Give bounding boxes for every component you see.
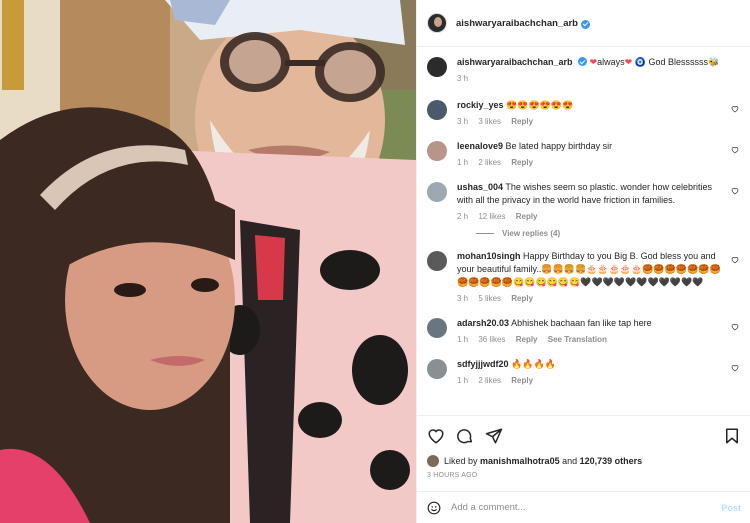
reply-button[interactable]: Reply — [516, 212, 538, 221]
like-comment-heart-icon[interactable] — [731, 364, 739, 372]
caption: aishwaryaraibachchan_arb ❤always❤ 🧿 God … — [427, 56, 741, 85]
emoji-icon[interactable] — [427, 501, 441, 515]
commenter-avatar[interactable] — [427, 359, 447, 379]
post-actions: Liked by manishmalhotra05 and 120,739 ot… — [417, 415, 750, 495]
comment-likes[interactable]: 3 likes — [478, 117, 501, 126]
likes-count[interactable]: 120,739 others — [580, 456, 643, 466]
comment-item: leenalove9 Be lated happy birthday sir 1… — [427, 140, 741, 169]
heart-emoji-icon: ❤ — [589, 57, 598, 67]
comment-item: ushas_004 The wishes seem so plastic. wo… — [427, 181, 741, 223]
author-username[interactable]: aishwaryaraibachchan_arb — [456, 18, 578, 29]
action-bar — [427, 427, 741, 445]
post-header: aishwaryaraibachchan_arb — [417, 0, 750, 47]
bookmark-icon[interactable] — [723, 427, 741, 445]
caption-username[interactable]: aishwaryaraibachchan_arb — [457, 57, 573, 67]
bee-emoji-icon: 🐝 — [707, 57, 720, 67]
photo-illustration — [0, 0, 416, 523]
commenter-avatar[interactable] — [427, 100, 447, 120]
comment-likes[interactable]: 36 likes — [478, 335, 505, 344]
like-comment-heart-icon[interactable] — [731, 146, 739, 154]
like-comment-heart-icon[interactable] — [731, 187, 739, 195]
comment-text: Be lated happy birthday sir — [505, 141, 613, 151]
post-side-panel: aishwaryaraibachchan_arb aishwaryaraibac… — [416, 0, 750, 523]
verified-badge-icon — [578, 57, 588, 66]
comment-icon[interactable] — [456, 427, 474, 445]
comment-username[interactable]: rockiy_yes — [457, 100, 504, 110]
comment-username[interactable]: sdfyjjjwdf20 — [457, 359, 509, 369]
comment-item: sdfyjjjwdf20 🔥🔥🔥🔥 1 h 2 likes Reply — [427, 358, 741, 387]
replies-divider-line — [476, 233, 494, 234]
likes-middle: and — [562, 456, 578, 466]
comment-username[interactable]: adarsh20.03 — [457, 318, 509, 328]
view-replies-button[interactable]: View replies (4) — [476, 229, 741, 238]
likes-prefix: Liked by — [444, 456, 478, 466]
comment-likes[interactable]: 12 likes — [478, 212, 505, 221]
comment-item: rockiy_yes 😍😍😍😍😍😍 3 h 3 likes Reply — [427, 99, 741, 128]
instagram-post: aishwaryaraibachchan_arb aishwaryaraibac… — [0, 0, 750, 523]
comment-likes[interactable]: 2 likes — [478, 376, 501, 385]
comment-time: 2 h — [457, 212, 469, 221]
add-comment-bar: Post — [417, 491, 750, 523]
reply-button[interactable]: Reply — [511, 158, 533, 167]
heart-icon[interactable] — [427, 427, 445, 445]
commenter-avatar[interactable] — [427, 141, 447, 161]
likes-summary: Liked by manishmalhotra05 and 120,739 ot… — [427, 455, 741, 467]
comment-text: 😍😍😍😍😍😍 — [506, 100, 574, 110]
like-comment-heart-icon[interactable] — [731, 323, 739, 331]
commenter-avatar[interactable] — [427, 182, 447, 202]
reply-button[interactable]: Reply — [511, 294, 533, 303]
comment-likes[interactable]: 5 likes — [478, 294, 501, 303]
comment-time: 1 h — [457, 376, 469, 385]
post-comment-button[interactable]: Post — [721, 503, 741, 513]
reply-button[interactable]: Reply — [511, 376, 533, 385]
like-comment-heart-icon[interactable] — [731, 256, 739, 264]
comment-text: Abhishek bachaan fan like tap here — [511, 318, 652, 328]
post-timestamp: 3 HOURS AGO — [427, 472, 478, 479]
heart-emoji-icon: ❤ — [624, 57, 633, 67]
comment-time: 1 h — [457, 158, 469, 167]
view-replies-label[interactable]: View replies (4) — [502, 229, 560, 238]
evil-eye-emoji-icon: 🧿 — [634, 57, 646, 67]
comment-time: 1 h — [457, 335, 469, 344]
commenter-avatar[interactable] — [427, 251, 447, 271]
caption-time: 3 h — [457, 74, 469, 83]
post-photo[interactable] — [0, 0, 416, 523]
comment-item: mohan10singh Happy Birthday to you Big B… — [427, 250, 741, 305]
commenter-avatar[interactable] — [427, 318, 447, 338]
see-translation-button[interactable]: See Translation — [548, 335, 607, 344]
reply-button[interactable]: Reply — [511, 117, 533, 126]
caption-text: always — [597, 57, 625, 67]
comment-time: 3 h — [457, 294, 469, 303]
author-avatar[interactable] — [427, 13, 447, 33]
caption-blessing: God Blessssss — [648, 57, 708, 67]
comment-input[interactable] — [451, 502, 722, 513]
author-avatar-small[interactable] — [427, 57, 447, 77]
comment-username[interactable]: mohan10singh — [457, 251, 521, 261]
reply-button[interactable]: Reply — [516, 335, 538, 344]
comments-list[interactable]: aishwaryaraibachchan_arb ❤always❤ 🧿 God … — [417, 48, 750, 415]
liker-avatar[interactable] — [427, 455, 439, 467]
comment-username[interactable]: ushas_004 — [457, 182, 503, 192]
liker-username[interactable]: manishmalhotra05 — [480, 456, 560, 466]
like-comment-heart-icon[interactable] — [731, 105, 739, 113]
comment-time: 3 h — [457, 117, 469, 126]
share-icon[interactable] — [485, 427, 503, 445]
verified-badge-icon — [580, 19, 590, 29]
comment-username[interactable]: leenalove9 — [457, 141, 503, 151]
comment-likes[interactable]: 2 likes — [478, 158, 501, 167]
comment-item: adarsh20.03 Abhishek bachaan fan like ta… — [427, 317, 741, 346]
comment-text: 🔥🔥🔥🔥 — [511, 359, 556, 369]
